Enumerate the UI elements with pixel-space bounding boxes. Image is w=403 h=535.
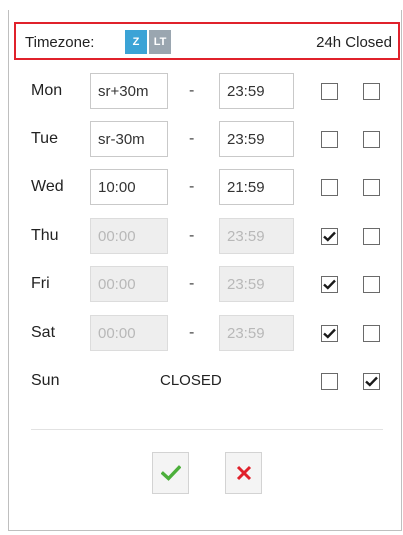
closed-checkbox[interactable]	[363, 131, 380, 148]
day-label: Fri	[31, 275, 50, 292]
day-row-thu: Thu 00:00 - 23:59	[0, 214, 403, 258]
day-row-sat: Sat 00:00 - 23:59	[0, 311, 403, 355]
cancel-button[interactable]	[225, 452, 262, 494]
closed-text: CLOSED	[160, 372, 222, 389]
day-label: Sat	[31, 324, 56, 341]
timezone-label: Timezone:	[25, 34, 95, 51]
day-label: Mon	[31, 82, 63, 99]
closed-checkbox[interactable]	[363, 276, 380, 293]
time-separator: -	[189, 178, 195, 195]
end-time-input: 23:59	[219, 266, 294, 302]
checkmark-icon	[323, 328, 336, 339]
start-time-input[interactable]: sr+30m	[90, 73, 168, 109]
day-row-fri: Fri 00:00 - 23:59	[0, 262, 403, 306]
day-label: Wed	[31, 178, 64, 195]
closed-checkbox[interactable]	[363, 179, 380, 196]
closed-24h-checkbox[interactable]	[321, 228, 338, 245]
day-label: Sun	[31, 372, 60, 389]
closed-24h-checkbox[interactable]	[321, 83, 338, 100]
closed-24h-checkbox[interactable]	[321, 325, 338, 342]
checkmark-icon	[323, 279, 336, 290]
day-row-mon: Mon sr+30m - 23:59	[0, 69, 403, 113]
end-time-input: 23:59	[219, 315, 294, 351]
time-separator: -	[189, 227, 195, 244]
closed-24h-checkbox[interactable]	[321, 276, 338, 293]
start-time-input[interactable]: 10:00	[90, 169, 168, 205]
timezone-bar: Timezone: Z LT 24h Closed	[14, 22, 400, 60]
timezone-toggle: Z LT	[125, 30, 171, 54]
close-icon	[236, 465, 251, 481]
end-time-input[interactable]: 21:59	[219, 169, 294, 205]
checkmark-icon	[365, 376, 378, 387]
end-time-input[interactable]: 23:59	[219, 73, 294, 109]
start-time-input: 00:00	[90, 218, 168, 254]
time-separator: -	[189, 324, 195, 341]
ok-button[interactable]	[152, 452, 189, 494]
day-label: Tue	[31, 130, 58, 147]
day-row-tue: Tue sr-30m - 23:59	[0, 117, 403, 161]
closed-24h-checkbox[interactable]	[321, 179, 338, 196]
divider	[31, 429, 383, 430]
closed-checkbox[interactable]	[363, 228, 380, 245]
closed-24h-header: 24h Closed	[316, 34, 392, 51]
checkmark-icon	[323, 231, 336, 242]
end-time-input: 23:59	[219, 218, 294, 254]
start-time-input: 00:00	[90, 315, 168, 351]
end-time-input[interactable]: 23:59	[219, 121, 294, 157]
closed-24h-checkbox[interactable]	[321, 373, 338, 390]
closed-checkbox[interactable]	[363, 325, 380, 342]
tz-zulu-button[interactable]: Z	[125, 30, 147, 54]
closed-24h-checkbox[interactable]	[321, 131, 338, 148]
start-time-input: 00:00	[90, 266, 168, 302]
day-row-wed: Wed 10:00 - 21:59	[0, 165, 403, 209]
day-label: Thu	[31, 227, 59, 244]
checkmark-icon	[160, 465, 181, 481]
start-time-input[interactable]: sr-30m	[90, 121, 168, 157]
day-row-sun: Sun CLOSED	[0, 359, 403, 403]
closed-checkbox[interactable]	[363, 373, 380, 390]
tz-local-button[interactable]: LT	[149, 30, 171, 54]
time-separator: -	[189, 82, 195, 99]
time-separator: -	[189, 130, 195, 147]
closed-checkbox[interactable]	[363, 83, 380, 100]
time-separator: -	[189, 275, 195, 292]
